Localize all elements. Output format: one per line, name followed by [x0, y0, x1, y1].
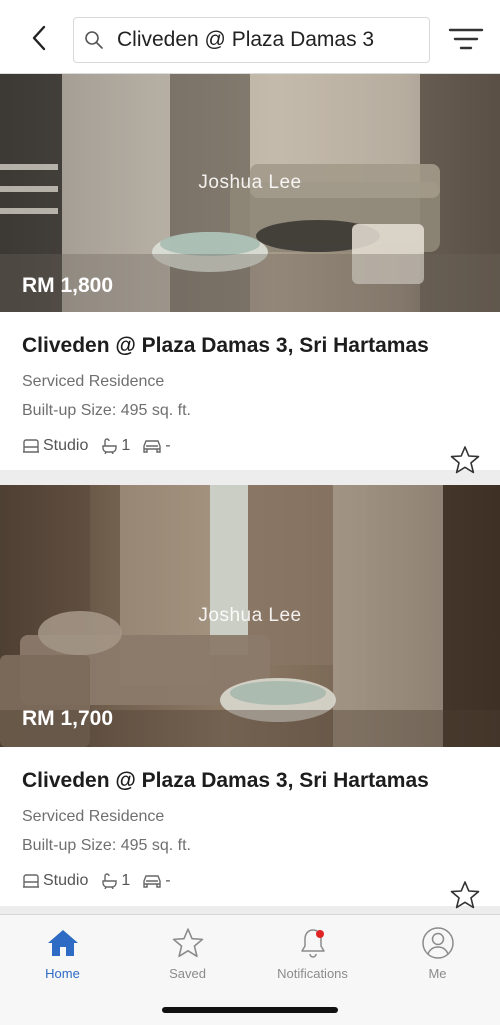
bath-icon	[102, 438, 118, 454]
tab-label: Notifications	[277, 966, 348, 981]
bathroom-count: 1	[121, 872, 131, 889]
tab-home[interactable]: Home	[0, 925, 125, 981]
bedroom-spec: Studio	[22, 437, 88, 455]
parking-spec: -	[142, 437, 171, 455]
bedroom-spec: Studio	[22, 872, 88, 890]
bed-icon	[23, 874, 39, 888]
back-button[interactable]	[24, 22, 54, 54]
star-outline-icon	[450, 881, 480, 909]
bell-icon	[296, 925, 330, 961]
bathroom-spec: 1	[100, 437, 130, 455]
listing-card[interactable]: Joshua Lee RM 1,800 Cliveden @ Plaza Dam…	[0, 74, 500, 474]
car-icon	[143, 875, 161, 888]
listing-price: RM 1,800	[22, 274, 114, 297]
search-icon	[83, 29, 105, 51]
listing-title[interactable]: Cliveden @ Plaza Damas 3, Sri Hartamas	[22, 334, 478, 358]
parking-spec: -	[142, 872, 171, 890]
tab-label: Saved	[169, 966, 206, 981]
bottom-tab-bar: Home Saved Notifications Me	[0, 914, 500, 1025]
tab-label: Me	[428, 966, 447, 981]
photo-watermark: Joshua Lee	[198, 172, 302, 193]
star-icon	[172, 925, 204, 961]
listing-price: RM 1,700	[22, 707, 114, 730]
built-up-size: Built-up Size: 495 sq. ft.	[22, 402, 191, 419]
parking-count: -	[165, 437, 171, 454]
photo-watermark: Joshua Lee	[198, 605, 302, 626]
listing-specs: Studio 1 -	[22, 870, 478, 892]
listing-title[interactable]: Cliveden @ Plaza Damas 3, Sri Hartamas	[22, 769, 478, 793]
listing-card[interactable]: Joshua Lee RM 1,700 Cliveden @ Plaza Dam…	[0, 485, 500, 909]
car-icon	[143, 440, 161, 453]
filter-icon	[448, 28, 484, 50]
star-outline-icon	[450, 446, 480, 474]
save-listing-button[interactable]	[450, 445, 480, 475]
search-bar[interactable]	[73, 17, 430, 63]
bathroom-count: 1	[121, 437, 131, 454]
property-type: Serviced Residence	[22, 373, 165, 390]
search-input[interactable]	[117, 28, 417, 52]
built-up-size: Built-up Size: 495 sq. ft.	[22, 837, 191, 854]
bath-icon	[102, 873, 118, 889]
user-icon	[421, 925, 455, 961]
bed-icon	[23, 439, 39, 453]
bedroom-count: Studio	[43, 437, 89, 454]
property-type: Serviced Residence	[22, 808, 165, 825]
listing-photo[interactable]: Joshua Lee RM 1,700	[0, 485, 500, 747]
chevron-left-icon	[32, 25, 46, 51]
home-icon	[46, 925, 80, 961]
tab-notifications[interactable]: Notifications	[250, 925, 375, 981]
listing-photo[interactable]: Joshua Lee RM 1,800	[0, 74, 500, 312]
save-listing-button[interactable]	[450, 880, 480, 910]
tab-saved[interactable]: Saved	[125, 925, 250, 981]
top-bar	[0, 0, 500, 74]
filter-button[interactable]	[446, 22, 486, 56]
bedroom-count: Studio	[43, 872, 89, 889]
listing-specs: Studio 1 -	[22, 435, 478, 457]
tab-label: Home	[45, 966, 80, 981]
tab-me[interactable]: Me	[375, 925, 500, 981]
parking-count: -	[165, 872, 171, 889]
home-indicator	[162, 1007, 338, 1013]
bathroom-spec: 1	[100, 872, 130, 890]
